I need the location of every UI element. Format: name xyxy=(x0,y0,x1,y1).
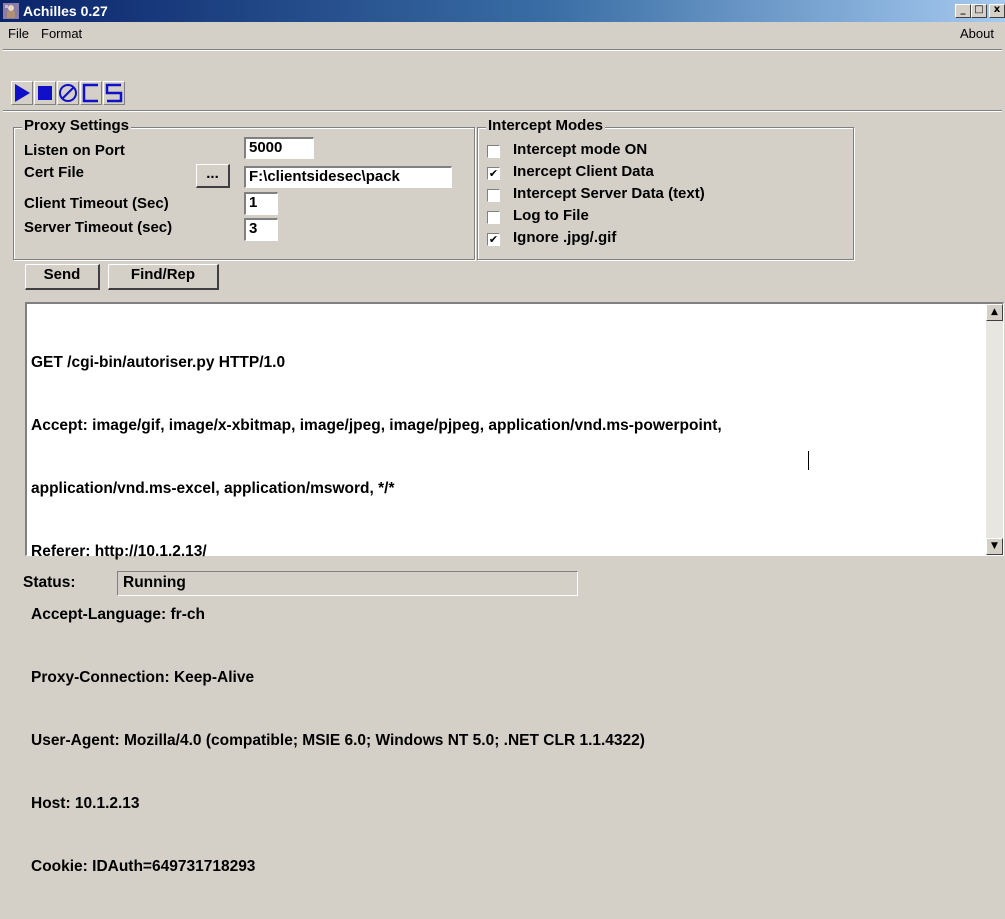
request-line: GET /cgi-bin/autoriser.py HTTP/1.0 xyxy=(31,354,286,371)
play-icon xyxy=(15,84,30,102)
request-line: Proxy-Connection: Keep-Alive xyxy=(31,669,255,686)
client-timeout-input[interactable]: 1 xyxy=(244,192,278,215)
clear-icon xyxy=(59,84,77,102)
menu-about[interactable]: About xyxy=(960,26,994,42)
intercept-mode-checkbox[interactable] xyxy=(487,145,500,158)
listen-port-input[interactable]: 5000 xyxy=(244,137,314,159)
intercept-client-label: Inercept Client Data xyxy=(513,163,654,180)
find-replace-button[interactable]: Find/Rep xyxy=(108,264,219,290)
vertical-scrollbar[interactable]: ▲ ▼ xyxy=(986,304,1003,555)
title-bar[interactable]: Achilles 0.27 _ □ x xyxy=(0,0,1005,22)
menu-format[interactable]: Format xyxy=(41,26,82,42)
request-line: application/vnd.ms-excel, application/ms… xyxy=(31,480,395,497)
minimize-button[interactable]: _ xyxy=(955,4,971,18)
status-field: Running xyxy=(117,571,578,596)
cert-file-input[interactable]: F:\clientsidesec\pack xyxy=(244,166,452,188)
start-button[interactable] xyxy=(11,81,33,105)
intercept-modes-legend: Intercept Modes xyxy=(486,117,606,134)
stop-icon xyxy=(38,86,52,100)
request-line: User-Agent: Mozilla/4.0 (compatible; MSI… xyxy=(31,732,645,749)
clear-button[interactable] xyxy=(57,81,79,105)
client-timeout-label: Client Timeout (Sec) xyxy=(24,195,169,212)
request-line: Accept-Language: fr-ch xyxy=(31,606,205,623)
menu-separator xyxy=(3,49,1002,51)
intercept-mode-label: Intercept mode ON xyxy=(513,141,648,158)
log-to-file-label: Log to File xyxy=(513,207,589,224)
close-button[interactable]: x xyxy=(989,4,1005,18)
server-timeout-label: Server Timeout (sec) xyxy=(24,219,173,236)
c-button[interactable] xyxy=(80,81,102,105)
scroll-up-arrow-icon[interactable]: ▲ xyxy=(986,304,1003,321)
send-button[interactable]: Send xyxy=(25,264,100,290)
listen-port-label: Listen on Port xyxy=(24,142,125,159)
cert-file-label: Cert File xyxy=(24,164,85,181)
s-button[interactable] xyxy=(103,81,125,105)
intercept-server-checkbox[interactable] xyxy=(487,189,500,202)
intercept-client-checkbox[interactable]: ✔ xyxy=(487,167,500,180)
request-editor[interactable]: GET /cgi-bin/autoriser.py HTTP/1.0 Accep… xyxy=(25,302,1004,875)
request-line: Accept: image/gif, image/x-xbitmap, imag… xyxy=(31,417,722,434)
server-timeout-input[interactable]: 3 xyxy=(244,218,278,241)
stop-button[interactable] xyxy=(34,81,56,105)
c-icon xyxy=(82,83,98,103)
request-text[interactable]: GET /cgi-bin/autoriser.py HTTP/1.0 Accep… xyxy=(31,310,722,919)
intercept-server-label: Intercept Server Data (text) xyxy=(513,185,705,202)
s-icon xyxy=(105,83,123,103)
text-caret xyxy=(808,451,809,470)
request-line: Referer: http://10.1.2.13/ xyxy=(31,543,207,560)
ignore-images-label: Ignore .jpg/.gif xyxy=(513,229,617,246)
window-title: Achilles 0.27 xyxy=(23,3,108,19)
ignore-images-checkbox[interactable]: ✔ xyxy=(487,233,500,246)
cert-browse-button[interactable]: ... xyxy=(196,164,230,188)
menu-file[interactable]: File xyxy=(8,26,29,42)
achilles-icon xyxy=(3,3,19,19)
request-line: Cookie: IDAuth=649731718293 xyxy=(31,858,256,875)
scroll-down-arrow-icon[interactable]: ▼ xyxy=(986,538,1003,555)
log-to-file-checkbox[interactable] xyxy=(487,211,500,224)
request-line: Host: 10.1.2.13 xyxy=(31,795,140,812)
maximize-button[interactable]: □ xyxy=(971,4,987,18)
proxy-settings-legend: Proxy Settings xyxy=(22,117,132,134)
toolbar-separator xyxy=(3,110,1002,112)
status-label: Status: xyxy=(23,574,76,591)
